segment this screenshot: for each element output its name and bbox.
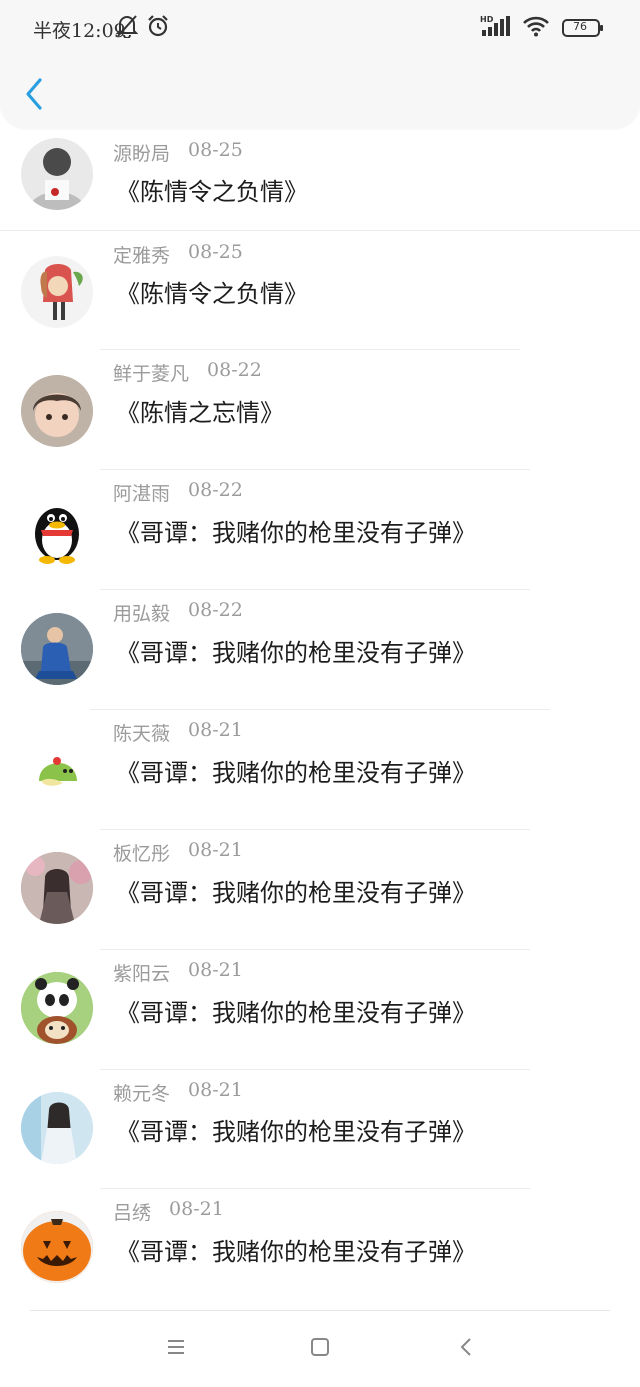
- avatar: [21, 256, 93, 328]
- post-title: 《陈情之忘情》: [116, 399, 284, 427]
- battery-level: 76: [573, 20, 587, 33]
- avatar: [21, 733, 93, 805]
- author-name: 陈天薇: [113, 723, 171, 745]
- battery-icon: 76: [562, 17, 604, 39]
- list-item[interactable]: 阿湛雨 08-22 《哥谭：我赌你的枪里没有子弹》: [0, 470, 640, 590]
- header-bar: [0, 56, 640, 128]
- list-item[interactable]: 吕绣 08-21 《哥谭：我赌你的枪里没有子弹》: [0, 1189, 640, 1309]
- post-title: 《哥谭：我赌你的枪里没有子弹》: [116, 759, 476, 787]
- list-item[interactable]: 赖元冬 08-21 《哥谭：我赌你的枪里没有子弹》: [0, 1070, 640, 1189]
- post-title: 《哥谭：我赌你的枪里没有子弹》: [116, 519, 476, 547]
- post-date: 08-21: [169, 1198, 224, 1220]
- avatar: [21, 494, 93, 566]
- avatar: [21, 1092, 93, 1164]
- avatar: [21, 972, 93, 1044]
- post-date: 08-25: [188, 139, 243, 161]
- svg-text:HD: HD: [480, 15, 494, 24]
- post-date: 08-21: [188, 959, 243, 981]
- list-item[interactable]: 用弘毅 08-22 《哥谭：我赌你的枪里没有子弹》: [0, 590, 640, 710]
- author-name: 定雅秀: [113, 245, 171, 267]
- list-item[interactable]: 定雅秀 08-25 《陈情令之负情》: [0, 231, 640, 350]
- status-bar: 半夜12:09 HD 76: [0, 0, 640, 56]
- list-item[interactable]: 板忆彤 08-21 《哥谭：我赌你的枪里没有子弹》: [0, 830, 640, 950]
- post-date: 08-25: [188, 241, 243, 263]
- post-title: 《哥谭：我赌你的枪里没有子弹》: [116, 639, 476, 667]
- home-square-icon[interactable]: [310, 1337, 330, 1361]
- post-title: 《哥谭：我赌你的枪里没有子弹》: [116, 1118, 476, 1146]
- menu-icon[interactable]: [166, 1338, 186, 1360]
- alarm-clock-icon: [146, 14, 170, 42]
- chevron-left-icon: [26, 78, 42, 110]
- divider: [30, 1310, 610, 1311]
- back-triangle-icon[interactable]: [456, 1337, 476, 1361]
- author-name: 用弘毅: [113, 603, 171, 625]
- status-time: 半夜12:09: [33, 20, 126, 42]
- author-name: 阿湛雨: [113, 483, 171, 505]
- author-name: 源盼局: [113, 143, 171, 165]
- list-item[interactable]: 源盼局 08-25 《陈情令之负情》: [0, 128, 640, 231]
- list-item[interactable]: 鲜于菱凡 08-22 《陈情之忘情》: [0, 350, 640, 470]
- comment-list: 源盼局 08-25 《陈情令之负情》 定雅秀 08-25 《陈情令之负情》 鲜于…: [0, 128, 640, 1309]
- post-date: 08-21: [188, 839, 243, 861]
- list-item[interactable]: 紫阳云 08-21 《哥谭：我赌你的枪里没有子弹》: [0, 950, 640, 1070]
- avatar: [21, 138, 93, 210]
- author-name: 赖元冬: [113, 1083, 171, 1105]
- post-title: 《陈情令之负情》: [116, 280, 308, 308]
- post-date: 08-21: [188, 719, 243, 741]
- author-name: 板忆彤: [113, 843, 171, 865]
- post-title: 《陈情令之负情》: [116, 178, 308, 206]
- back-button[interactable]: [20, 74, 50, 114]
- avatar: [21, 852, 93, 924]
- post-title: 《哥谭：我赌你的枪里没有子弹》: [116, 999, 476, 1027]
- author-name: 紫阳云: [113, 963, 171, 985]
- post-date: 08-21: [188, 1079, 243, 1101]
- post-date: 08-22: [207, 359, 262, 381]
- hd-signal-icon: HD: [480, 14, 510, 42]
- bell-off-icon: [115, 14, 139, 42]
- avatar: [21, 613, 93, 685]
- author-name: 鲜于菱凡: [113, 363, 190, 385]
- avatar: [21, 1211, 93, 1283]
- avatar: [21, 375, 93, 447]
- post-title: 《哥谭：我赌你的枪里没有子弹》: [116, 1238, 476, 1266]
- wifi-icon: [522, 15, 550, 41]
- list-item[interactable]: 陈天薇 08-21 《哥谭：我赌你的枪里没有子弹》: [0, 710, 640, 830]
- system-nav-bar: [0, 1310, 640, 1387]
- author-name: 吕绣: [113, 1202, 152, 1224]
- post-date: 08-22: [188, 479, 243, 501]
- post-date: 08-22: [188, 599, 243, 621]
- post-title: 《哥谭：我赌你的枪里没有子弹》: [116, 879, 476, 907]
